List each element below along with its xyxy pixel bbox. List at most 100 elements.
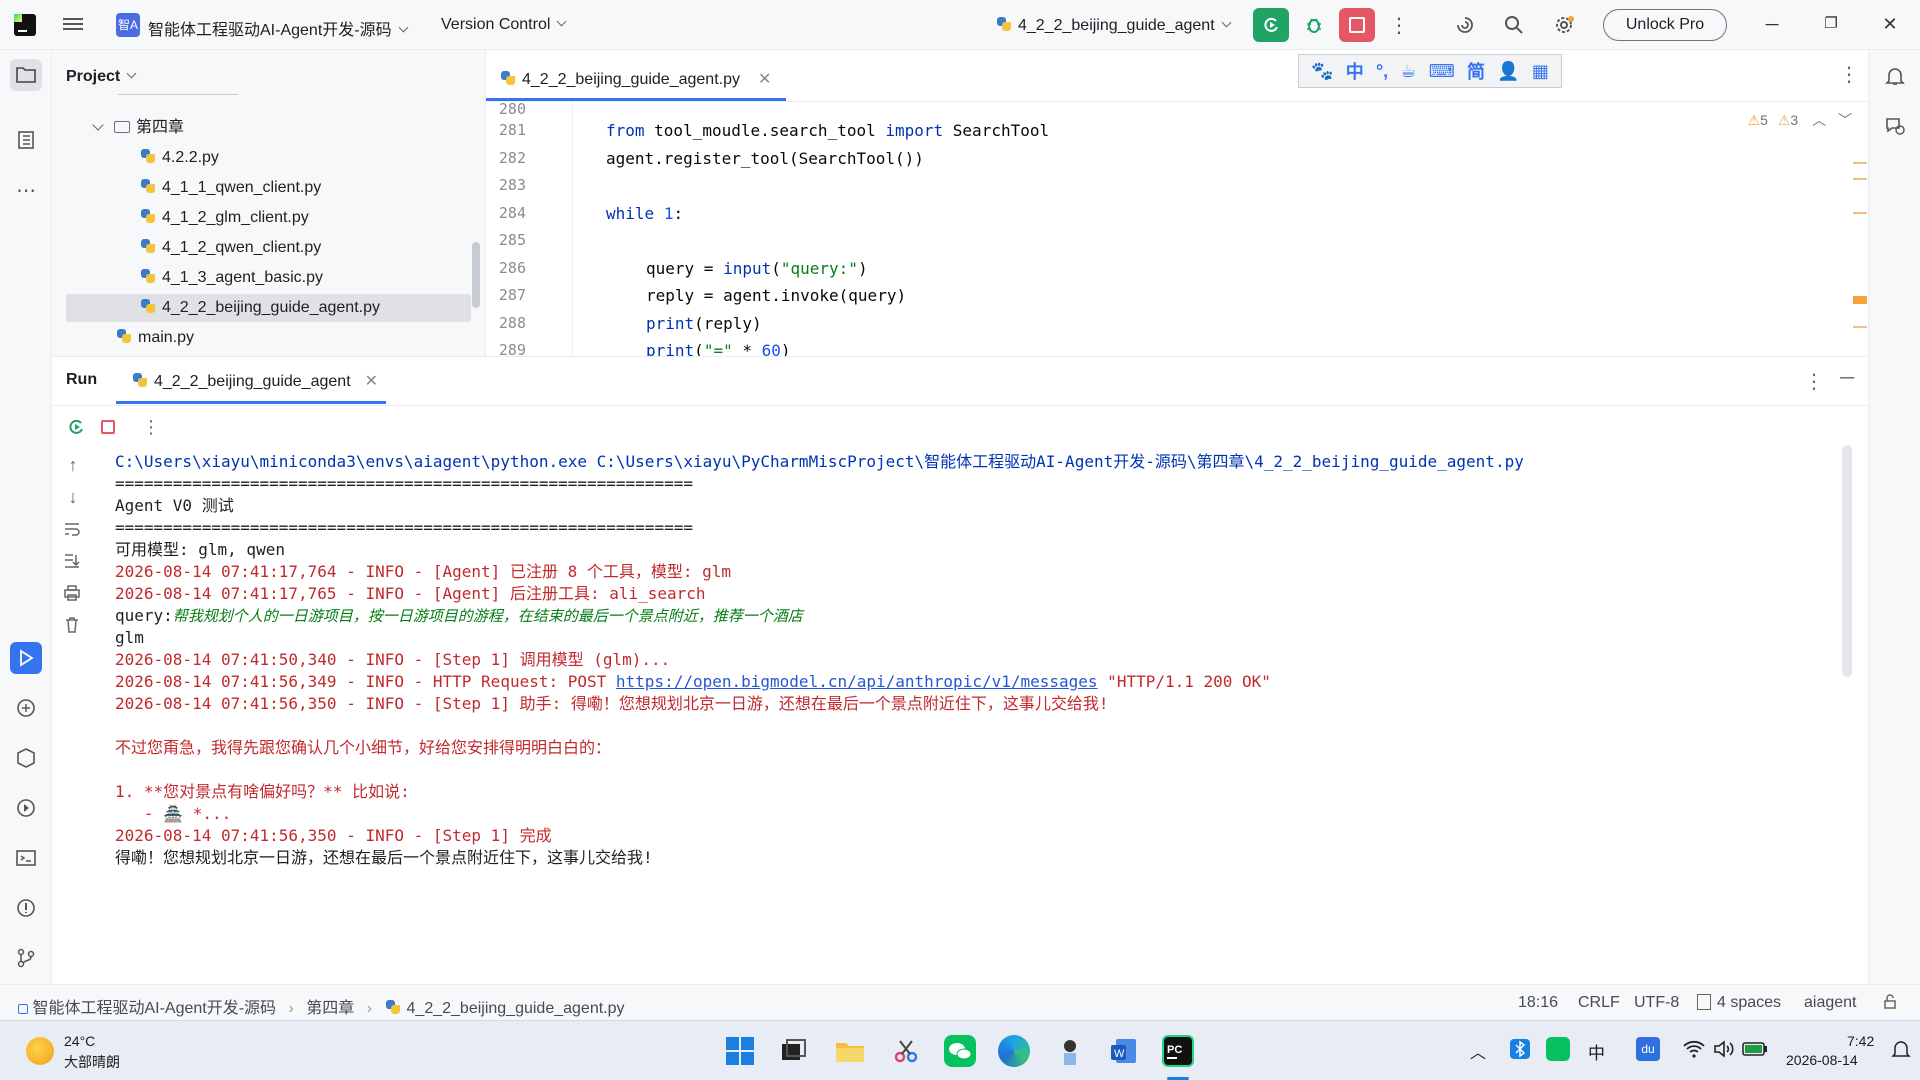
wechat-tray-icon[interactable]: [1546, 1037, 1570, 1061]
breadcrumb-project[interactable]: 智能体工程驱动AI-Agent开发-源码: [32, 1000, 276, 1017]
editor-options-icon[interactable]: ⋮: [1839, 62, 1859, 87]
bluetooth-tray-icon[interactable]: [1508, 1037, 1532, 1061]
show-hidden-icons[interactable]: ︿: [1470, 1039, 1486, 1063]
wifi-icon[interactable]: [1682, 1039, 1706, 1059]
ime-chinese-mode[interactable]: 中: [1346, 58, 1364, 84]
file-explorer-icon[interactable]: [834, 1035, 866, 1067]
input-language[interactable]: 中: [1588, 1039, 1605, 1064]
notification-center-icon[interactable]: [1890, 1039, 1912, 1061]
hide-panel-icon[interactable]: ─: [1840, 367, 1854, 390]
ime-skin-icon[interactable]: ☕: [1400, 61, 1416, 82]
warning-stripe[interactable]: [1853, 162, 1867, 164]
api-link[interactable]: https://open.bigmodel.cn/api/anthropic/v…: [616, 672, 1098, 691]
pycharm-taskbar-icon[interactable]: PC: [1162, 1035, 1194, 1067]
tree-folder-chapter4[interactable]: 第四章: [66, 114, 471, 142]
unlock-pro-button[interactable]: Unlock Pro: [1603, 9, 1727, 41]
line-separator[interactable]: CRLF: [1578, 994, 1620, 1012]
console-output[interactable]: C:\Users\xiayu\miniconda3\envs\aiagent\p…: [96, 445, 1854, 985]
terminal-button[interactable]: [10, 842, 42, 874]
scroll-down-icon[interactable]: ↓: [62, 487, 84, 509]
caret-position[interactable]: 18:16: [1518, 994, 1558, 1012]
python-packages-button[interactable]: [10, 742, 42, 774]
breadcrumb-folder[interactable]: 第四章: [306, 1000, 354, 1017]
run-tool-button[interactable]: [10, 642, 42, 674]
search-button[interactable]: [1496, 8, 1532, 42]
debug-button[interactable]: [1296, 8, 1332, 42]
warning-stripe[interactable]: [1853, 212, 1867, 214]
baidu-tray-icon[interactable]: du: [1636, 1037, 1660, 1061]
app-avatar-icon[interactable]: [1054, 1035, 1086, 1067]
console-scrollbar[interactable]: [1842, 445, 1852, 677]
windows-start-icon[interactable]: [724, 1035, 756, 1067]
ai-chat-button[interactable]: [1879, 110, 1911, 142]
wechat-icon[interactable]: [944, 1035, 976, 1067]
tree-file[interactable]: 4_1_3_agent_basic.py: [66, 264, 471, 292]
tree-file[interactable]: 4_1_2_glm_client.py: [66, 204, 471, 232]
vcs-menu[interactable]: Version Control: [441, 16, 567, 34]
more-tools-icon[interactable]: ⋯: [10, 174, 42, 206]
warning-stripe[interactable]: [1853, 296, 1867, 304]
weather-desc[interactable]: 大部晴朗: [64, 1052, 120, 1072]
code-area[interactable]: from tool_moudle.search_tool import Sear…: [572, 102, 1868, 356]
ime-simplified-mode[interactable]: 简: [1467, 58, 1485, 84]
ime-paw-icon[interactable]: 🐾: [1311, 61, 1333, 82]
notifications-button[interactable]: [1879, 60, 1911, 92]
project-tool-button[interactable]: [10, 59, 42, 91]
ime-punctuation-icon[interactable]: °,: [1376, 61, 1388, 82]
close-icon[interactable]: ✕: [1880, 14, 1900, 34]
volume-icon[interactable]: [1712, 1039, 1736, 1059]
ime-toolbar[interactable]: 🐾 中 °, ☕ ⌨ 简 👤 ▦: [1298, 54, 1562, 88]
tree-file[interactable]: 4_1_2_qwen_client.py: [66, 234, 471, 262]
snipping-tool-icon[interactable]: [890, 1035, 922, 1067]
tree-file[interactable]: 4_1_1_qwen_client.py: [66, 174, 471, 202]
tree-file[interactable]: main.py: [66, 324, 471, 352]
ime-keyboard-icon[interactable]: ⌨: [1429, 61, 1455, 82]
edge-browser-icon[interactable]: [998, 1035, 1030, 1067]
main-menu-icon[interactable]: [63, 15, 83, 33]
stop-button[interactable]: [1339, 8, 1375, 42]
close-tab-icon[interactable]: ✕: [365, 373, 378, 390]
run-config-selector[interactable]: 4_2_2_beijing_guide_agent: [996, 16, 1232, 35]
more-actions-icon[interactable]: ⋮: [1381, 8, 1417, 42]
services-button[interactable]: [10, 792, 42, 824]
task-view-icon[interactable]: [778, 1035, 810, 1067]
rerun-button[interactable]: [1253, 8, 1289, 42]
scroll-to-end-icon[interactable]: [62, 551, 84, 573]
run-options-icon[interactable]: ⋮: [1804, 369, 1824, 394]
minimize-icon[interactable]: ─: [1762, 14, 1782, 34]
restore-icon[interactable]: ❐: [1821, 14, 1841, 34]
ai-assistant-icon[interactable]: [1447, 8, 1483, 42]
structure-tool-button[interactable]: [10, 124, 42, 156]
trash-icon[interactable]: [62, 615, 84, 637]
tree-file-selected[interactable]: 4_2_2_beijing_guide_agent.py: [66, 294, 471, 322]
tree-scrollbar[interactable]: [472, 242, 480, 308]
editor-tab[interactable]: 4_2_2_beijing_guide_agent.py ✕: [500, 58, 771, 102]
stop-button[interactable]: [98, 417, 118, 437]
close-tab-icon[interactable]: ✕: [758, 71, 771, 88]
git-button[interactable]: [10, 942, 42, 974]
tree-file[interactable]: 4.2.2.py: [66, 144, 471, 172]
clock-date[interactable]: 2026-08-14: [1786, 1052, 1858, 1068]
weather-temp[interactable]: 24°C: [64, 1033, 95, 1049]
project-switcher[interactable]: 智能体工程驱动AI-Agent开发-源码: [148, 16, 409, 40]
battery-icon[interactable]: [1742, 1041, 1768, 1057]
print-icon[interactable]: [62, 583, 84, 605]
word-icon[interactable]: W: [1108, 1035, 1140, 1067]
python-console-button[interactable]: [10, 692, 42, 724]
warning-stripe[interactable]: [1853, 326, 1867, 328]
project-panel-title[interactable]: Project: [66, 68, 137, 86]
breadcrumb-file[interactable]: 4_2_2_beijing_guide_agent.py: [407, 1000, 625, 1017]
weather-icon[interactable]: [26, 1037, 54, 1065]
scroll-up-icon[interactable]: ↑: [62, 455, 84, 477]
file-encoding[interactable]: UTF-8: [1634, 994, 1679, 1012]
lock-icon[interactable]: [1882, 994, 1898, 1015]
ime-grid-icon[interactable]: ▦: [1532, 61, 1549, 82]
soft-wrap-icon[interactable]: [62, 519, 84, 541]
warning-stripe[interactable]: [1853, 178, 1867, 180]
problems-button[interactable]: [10, 892, 42, 924]
rerun-button[interactable]: [66, 417, 86, 437]
python-interpreter[interactable]: aiagent: [1804, 994, 1857, 1012]
clock-time[interactable]: 7:42: [1847, 1033, 1874, 1049]
ime-user-icon[interactable]: 👤: [1497, 61, 1519, 82]
settings-button[interactable]: [1546, 8, 1582, 42]
